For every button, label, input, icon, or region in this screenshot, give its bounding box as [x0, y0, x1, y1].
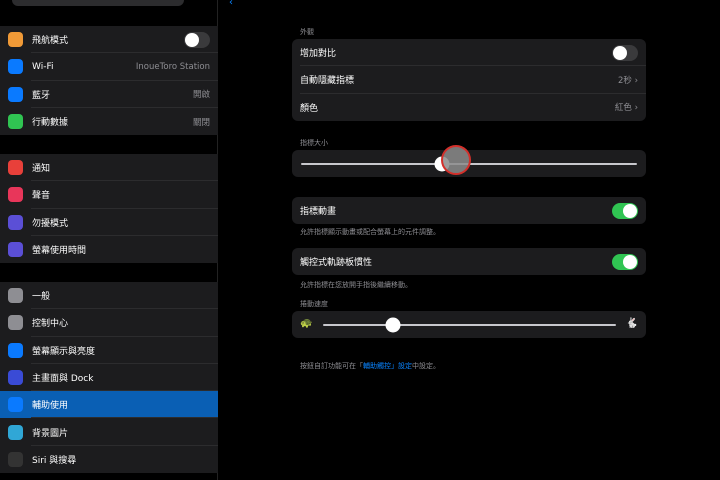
- pointer-animation-row[interactable]: 指標動畫: [292, 197, 646, 224]
- settings-sidebar: 飛航模式 Wi-Fi InoueToro Station 藍牙 開啟行動數據 關閉 通知聲…: [0, 0, 218, 480]
- pointer-control-pane: ‹ 外觀 增加對比 自動隱藏指標 2秒 › 顏色 紅色 › 指標大小 指標動畫 允許…: [219, 0, 720, 480]
- home-screen-icon: [8, 370, 23, 386]
- sidebar-item-label: 一般: [32, 292, 51, 303]
- sidebar-item[interactable]: Siri 與搜尋: [0, 446, 218, 473]
- sidebar-item[interactable]: 行動數據 關閉: [0, 108, 218, 135]
- pointer-size-label: 指標大小: [300, 139, 328, 147]
- scroll-speed-slider[interactable]: [323, 324, 616, 326]
- airplane-mode-toggle[interactable]: [184, 31, 210, 48]
- pointer-animation-label: 指標動畫: [300, 207, 337, 218]
- notifications-icon: [8, 160, 23, 176]
- trackpad-inertia-card: 觸控式軌跡板慣性: [292, 248, 646, 276]
- sidebar-item-label: 通知: [32, 164, 51, 175]
- sidebar-item-label: 行動數據: [32, 118, 69, 129]
- wifi-icon: [8, 59, 23, 75]
- sidebar-group-general: 一般控制中心螢幕顯示與亮度 主畫面與 Dock 輔助使用背景圖片 Siri 與搜尋: [0, 282, 218, 474]
- chevron-right-icon: ›: [634, 75, 638, 86]
- assistive-touch-link[interactable]: 輔助觸控」設定: [363, 362, 412, 370]
- chevron-right-icon: ›: [634, 103, 638, 114]
- siri-icon: [8, 451, 23, 467]
- sidebar-item[interactable]: 飛航模式: [0, 26, 218, 54]
- bluetooth-icon: [8, 86, 23, 102]
- sidebar-item-label: 控制中心: [32, 319, 69, 330]
- sidebar-group-notifications: 通知聲音勿擾模式螢幕使用時間: [0, 154, 218, 264]
- gear-icon: [8, 288, 23, 304]
- moon-icon: [8, 214, 23, 230]
- sidebar-item-label: 背景圖片: [32, 428, 69, 439]
- sidebar-item[interactable]: 背景圖片: [0, 418, 218, 447]
- sidebar-group-connectivity: 飛航模式 Wi-Fi InoueToro Station 藍牙 開啟行動數據 關閉: [0, 26, 218, 136]
- sidebar-item-value: 開啟: [192, 90, 210, 101]
- pointer-animation-toggle[interactable]: [612, 202, 638, 219]
- appearance-section-label: 外觀: [300, 28, 314, 36]
- sound-icon: [8, 187, 23, 203]
- color-value: 紅色: [614, 103, 632, 114]
- pointer-animation-card: 指標動畫: [292, 197, 646, 225]
- sidebar-item[interactable]: 主畫面與 Dock: [0, 364, 218, 392]
- sidebar-item-label: 主畫面與 Dock: [32, 374, 94, 385]
- color-row[interactable]: 顏色 紅色 ›: [292, 94, 646, 121]
- cellular-icon: [8, 114, 23, 130]
- sidebar-item[interactable]: 輔助使用: [0, 391, 218, 419]
- back-button[interactable]: ‹: [229, 0, 233, 8]
- pointer-animation-footnote: 允許指標顯示動畫或配合螢幕上的元件調整。: [300, 228, 440, 236]
- sidebar-item-label: 螢幕顯示與亮度: [32, 346, 96, 357]
- sidebar-item-label: Wi-Fi: [32, 61, 54, 72]
- sidebar-item-label: 飛航模式: [32, 36, 69, 47]
- sidebar-item-label: 藍牙: [32, 90, 51, 101]
- sidebar-item[interactable]: 一般: [0, 282, 218, 310]
- scroll-speed-slider-thumb[interactable]: [385, 317, 401, 333]
- auto-hide-label: 自動隱藏指標: [300, 76, 355, 87]
- trackpad-inertia-footnote: 允許指標在您放開手指後繼續移動。: [300, 281, 412, 289]
- increase-contrast-toggle[interactable]: [612, 44, 638, 61]
- sidebar-item-label: 聲音: [32, 191, 51, 202]
- appearance-card: 增加對比 自動隱藏指標 2秒 › 顏色 紅色 ›: [292, 39, 646, 121]
- sidebar-item[interactable]: 控制中心: [0, 309, 218, 337]
- sidebar-item-label: 輔助使用: [32, 401, 69, 412]
- footer-text: 按鈕自訂功能可在「: [300, 362, 363, 370]
- turtle-icon: 🐢: [300, 318, 313, 329]
- pointer-cursor: [441, 145, 472, 175]
- sidebar-item[interactable]: 勿擾模式: [0, 209, 218, 237]
- search-field[interactable]: [12, 0, 184, 6]
- scroll-speed-card: 🐢 🐇: [292, 311, 646, 338]
- trackpad-inertia-label: 觸控式軌跡板慣性: [300, 258, 373, 269]
- display-icon: [8, 342, 23, 358]
- sidebar-item[interactable]: Wi-Fi InoueToro Station: [0, 53, 218, 81]
- trackpad-inertia-toggle[interactable]: [612, 253, 638, 270]
- sidebar-item-label: 勿擾模式: [32, 218, 69, 229]
- color-label: 顏色: [300, 103, 319, 114]
- sidebar-item-label: 螢幕使用時間: [32, 246, 87, 257]
- wallpaper-icon: [8, 424, 23, 440]
- sidebar-item[interactable]: 螢幕顯示與亮度: [0, 337, 218, 365]
- sidebar-item[interactable]: 通知: [0, 154, 218, 182]
- increase-contrast-row[interactable]: 增加對比: [292, 39, 646, 67]
- trackpad-inertia-row[interactable]: 觸控式軌跡板慣性: [292, 248, 646, 275]
- sidebar-item[interactable]: 聲音: [0, 181, 218, 209]
- airplane-icon: [8, 32, 23, 48]
- footer-text-end: 中設定。: [412, 362, 440, 370]
- scroll-speed-label: 捲動速度: [300, 300, 328, 308]
- auto-hide-row[interactable]: 自動隱藏指標 2秒 ›: [292, 66, 646, 94]
- auto-hide-value: 2秒: [617, 75, 632, 86]
- sidebar-item[interactable]: 藍牙 開啟: [0, 81, 218, 109]
- control-center-icon: [8, 315, 23, 331]
- pointer-size-card: [292, 145, 646, 177]
- footer-note: 按鈕自訂功能可在「輔助觸控」設定中設定。: [300, 361, 440, 371]
- sidebar-item-value: InoueToro Station: [135, 61, 210, 72]
- hourglass-icon: [8, 242, 23, 258]
- sidebar-item-value: 關閉: [192, 117, 210, 128]
- rabbit-icon: 🐇: [625, 318, 638, 329]
- sidebar-item[interactable]: 螢幕使用時間: [0, 236, 218, 263]
- sidebar-item-label: Siri 與搜尋: [32, 455, 77, 466]
- increase-contrast-label: 增加對比: [300, 49, 337, 60]
- accessibility-icon: [8, 397, 23, 413]
